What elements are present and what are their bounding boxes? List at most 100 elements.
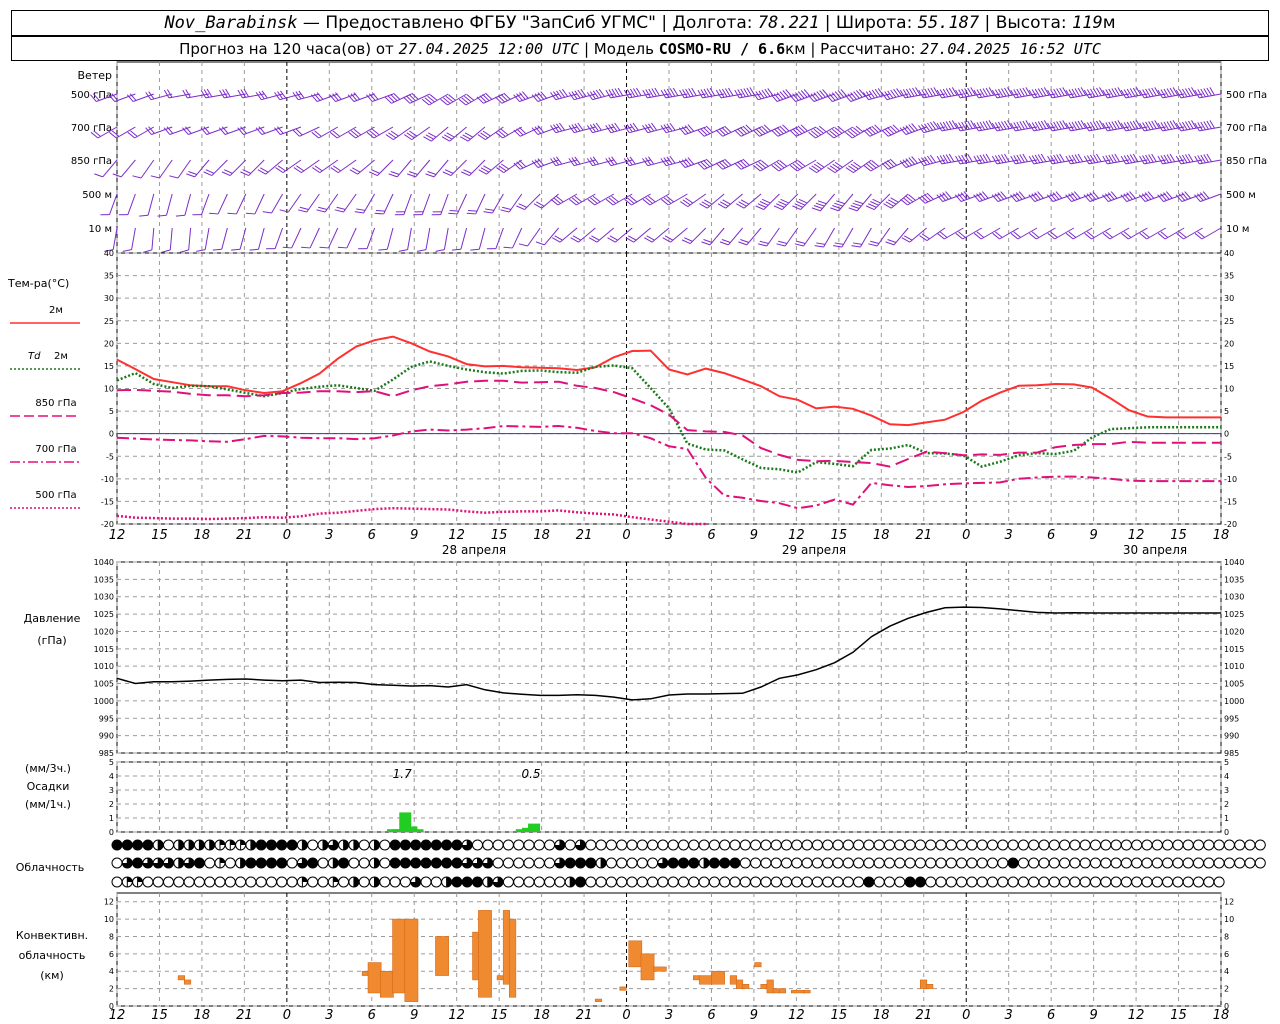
cloud-symbol bbox=[1141, 839, 1153, 851]
cloud-fill-full bbox=[390, 858, 401, 868]
wind-barb-shaft bbox=[248, 159, 265, 176]
cloud-fill-full bbox=[451, 840, 462, 850]
cloud-fill-full bbox=[1008, 858, 1019, 868]
cloud-symbol bbox=[884, 857, 895, 869]
wind-barb-feather bbox=[301, 246, 311, 249]
cloud-symbol bbox=[1172, 857, 1184, 869]
conv-ytick-left: 4 bbox=[109, 967, 114, 976]
cloud-fill-half bbox=[199, 840, 205, 850]
wind-barb-shaft bbox=[306, 193, 320, 213]
conv-bar bbox=[693, 975, 701, 981]
wind-barb-feather bbox=[356, 208, 366, 211]
temp-legend-label: 2м bbox=[54, 351, 68, 362]
cloud-symbol bbox=[1203, 839, 1215, 851]
time-tick-top: 12 bbox=[448, 528, 465, 543]
cloud-fill-quarter bbox=[127, 877, 133, 882]
wind-barb-shaft bbox=[343, 193, 357, 213]
wind-barb-feather bbox=[186, 173, 196, 178]
cloud-symbol bbox=[966, 876, 978, 888]
conv-bar bbox=[628, 940, 643, 968]
wind-barb-feather bbox=[503, 246, 513, 249]
cloud-fill-full bbox=[132, 858, 143, 868]
cloud-fill-half bbox=[209, 840, 215, 850]
wind-barb-feather bbox=[817, 200, 827, 205]
time-tick-top: 3 bbox=[325, 528, 333, 543]
wind-barb-shaft bbox=[324, 193, 339, 213]
wind-barb-feather bbox=[336, 206, 346, 210]
cloud-symbol bbox=[626, 876, 638, 888]
wind-barb-shaft bbox=[800, 193, 817, 210]
cloud-fill-full bbox=[462, 877, 473, 887]
cloud-symbol bbox=[636, 839, 648, 851]
cloud-symbol bbox=[976, 839, 988, 851]
cloud-fill-full bbox=[709, 858, 720, 868]
cloud-fill-full bbox=[410, 840, 421, 850]
cloud-fill-full bbox=[112, 840, 122, 850]
cloud-symbol bbox=[204, 876, 216, 888]
pressure-title: Давление bbox=[24, 612, 81, 625]
conv-bar bbox=[509, 918, 517, 998]
cloud-symbol bbox=[1151, 876, 1163, 888]
wind-barb-feather bbox=[834, 242, 844, 245]
wind-barb-feather bbox=[408, 171, 418, 175]
temp-ytick-left: 20 bbox=[104, 339, 114, 348]
cloud-symbol bbox=[719, 876, 731, 888]
precip-unit-1h: (мм/1ч.) bbox=[25, 798, 71, 811]
precip-ytick-right: 0 bbox=[1224, 828, 1229, 837]
cloud-fill-quarter bbox=[302, 877, 308, 882]
wind-barb-feather bbox=[398, 249, 408, 252]
precip-ytick-right: 2 bbox=[1224, 800, 1229, 809]
cloud-symbol bbox=[935, 876, 947, 888]
cloud-fill-quarter bbox=[333, 877, 339, 882]
cloud-symbol bbox=[307, 876, 319, 888]
wind-barb-feather bbox=[354, 211, 364, 214]
wind-barb-feather bbox=[778, 201, 787, 206]
wind-barb-feather bbox=[262, 211, 272, 214]
pressure-ytick-left: 995 bbox=[99, 714, 114, 723]
cloud-symbol bbox=[595, 839, 607, 851]
cloud-symbol bbox=[914, 839, 926, 851]
wind-barb-feather bbox=[221, 171, 231, 177]
cloud-symbol bbox=[1007, 876, 1019, 888]
cloud-fill-full bbox=[451, 877, 462, 887]
cloud-symbol bbox=[1038, 876, 1050, 888]
cloud-symbol bbox=[224, 857, 236, 869]
time-tick-bottom: 9 bbox=[750, 1008, 758, 1023]
wind-barb-shaft bbox=[478, 227, 486, 250]
cloud-symbol bbox=[842, 876, 854, 888]
cloud-symbol bbox=[822, 839, 834, 851]
cloud-symbol bbox=[163, 839, 174, 851]
time-tick-bottom: 12 bbox=[448, 1008, 465, 1023]
wind-barb-shaft bbox=[443, 227, 449, 250]
cloud-symbol bbox=[1100, 839, 1112, 851]
wind-barb-feather bbox=[449, 209, 459, 212]
cloud-symbol bbox=[1017, 876, 1029, 888]
pressure-ytick-left: 1015 bbox=[94, 645, 114, 654]
conv-ytick-right: 2 bbox=[1224, 985, 1229, 994]
cloud-symbol bbox=[987, 876, 998, 888]
cloud-fill-full bbox=[132, 840, 143, 850]
wind-barb-shaft bbox=[150, 93, 173, 101]
cloud-symbol bbox=[1048, 839, 1060, 851]
wind-barb-feather bbox=[212, 248, 222, 251]
cloud-fill-full bbox=[915, 877, 926, 887]
precip-total-label: 0.5 bbox=[521, 767, 540, 781]
wind-barb-shaft bbox=[440, 193, 449, 215]
cloud-symbol bbox=[739, 839, 751, 851]
cloud-symbol bbox=[1162, 839, 1174, 851]
time-tick-bottom: 18 bbox=[194, 1008, 211, 1023]
time-tick-top: 18 bbox=[873, 528, 890, 543]
wind-barb-feather bbox=[757, 203, 767, 208]
time-tick-bottom: 6 bbox=[707, 1008, 715, 1023]
cloud-symbol bbox=[760, 857, 772, 869]
cloud-symbol bbox=[1234, 857, 1246, 869]
cloud-symbol bbox=[152, 876, 164, 888]
cloud-symbol bbox=[739, 857, 751, 869]
cloud-symbol bbox=[719, 839, 731, 851]
time-tick-top: 21 bbox=[576, 528, 593, 543]
wind-barb-feather bbox=[701, 241, 711, 246]
wind-barb-feather bbox=[227, 212, 237, 215]
temp-ytick-left: 35 bbox=[104, 272, 114, 281]
cloud-fill-full bbox=[431, 840, 442, 850]
wind-barb-shaft bbox=[403, 193, 412, 215]
